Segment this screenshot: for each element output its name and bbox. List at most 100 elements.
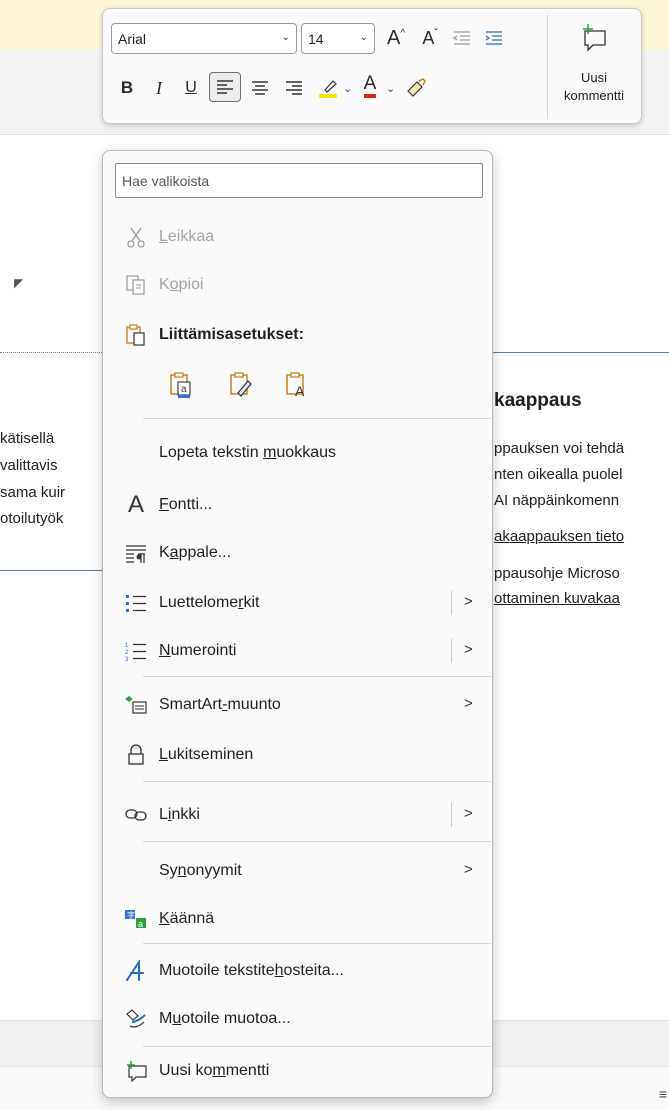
menu-item-translate[interactable]: 字a Käännä <box>103 899 492 939</box>
scissors-icon <box>123 224 149 250</box>
menu-item-smartart-label: SmartArt-muunto <box>159 696 281 713</box>
paste-text-only-button[interactable]: A <box>281 369 315 401</box>
menu-item-paragraph-label: Kappale... <box>159 544 232 561</box>
menu-item-numbering[interactable]: 123 Numerointi > <box>103 631 492 671</box>
section-divider-left-bottom <box>0 570 102 571</box>
grow-font-button[interactable]: A ^ <box>381 23 411 53</box>
paste-keep-source-formatting-button[interactable]: a <box>165 369 199 401</box>
menu-item-translate-label: Käännä <box>159 910 215 927</box>
chevron-right-icon[interactable]: > <box>464 593 473 610</box>
new-comment-button[interactable]: Uusi kommentti <box>551 17 637 117</box>
increase-indent-button[interactable] <box>479 23 509 53</box>
doc-link-1[interactable]: akaappauksen tieto <box>494 528 624 545</box>
menu-item-numbering-label: Numerointi <box>159 642 237 659</box>
numbering-icon: 123 <box>123 638 149 664</box>
font-color-dropdown-icon[interactable]: ⌄ <box>386 82 395 95</box>
copy-icon <box>123 272 149 298</box>
paste-options-label: Liittämisasetukset: <box>159 326 304 343</box>
menu-item-text-effects[interactable]: Muotoile tekstitehosteita... <box>103 951 492 991</box>
underline-button[interactable]: U <box>177 73 205 103</box>
new-comment-icon <box>583 24 606 52</box>
font-color-button[interactable]: A <box>357 71 383 101</box>
menu-item-font[interactable]: A Fontti... <box>103 485 492 525</box>
doc-left-line-4: otoilutyök <box>0 510 64 527</box>
section-divider-left <box>0 352 102 353</box>
grow-font-glyph: A <box>386 26 401 49</box>
text-effects-icon <box>123 958 149 984</box>
align-left-icon <box>217 80 233 94</box>
menu-item-format-shape[interactable]: Muotoile muotoa... <box>103 999 492 1039</box>
chevron-right-icon[interactable]: > <box>464 641 473 658</box>
doc-link-2[interactable]: ottaminen kuvakaa <box>494 590 620 607</box>
align-right-icon <box>286 81 302 95</box>
menu-item-paragraph[interactable]: Kappale... <box>103 533 492 573</box>
font-name-value: Arial <box>118 31 147 47</box>
menu-item-cut-label: Leikkaa <box>159 228 215 245</box>
decrease-indent-button[interactable] <box>447 23 477 53</box>
svg-text:1: 1 <box>125 643 129 649</box>
translate-icon: 字a <box>123 906 149 932</box>
menu-item-cut[interactable]: Leikkaa <box>103 217 492 257</box>
menu-item-paste-options: Liittämisasetukset: <box>103 315 492 355</box>
svg-text:3: 3 <box>125 657 129 661</box>
chevron-down-icon: ⌄ <box>281 32 290 43</box>
menu-item-new-comment[interactable]: Uusi kommentti <box>103 1051 492 1091</box>
menu-item-new-comment-label: Uusi kommentti <box>159 1062 270 1079</box>
menu-divider <box>143 418 491 419</box>
paste-merge-formatting-button[interactable] <box>225 369 259 401</box>
doc-right-line-2: nten oikealla puolel <box>494 466 623 483</box>
svg-text:A: A <box>295 383 305 399</box>
menu-divider <box>143 676 491 677</box>
highlight-color-button[interactable] <box>315 73 341 103</box>
doc-left-line-2: valittavis <box>0 457 58 474</box>
menu-divider <box>143 1046 491 1047</box>
link-icon <box>123 802 149 828</box>
highlight-dropdown-icon[interactable]: ⌄ <box>343 82 352 95</box>
chevron-down-icon: ⌄ <box>359 32 368 43</box>
menu-item-copy[interactable]: Kopioi <box>103 265 492 305</box>
format-painter-button[interactable] <box>403 73 429 103</box>
svg-text:a: a <box>138 919 143 929</box>
doc-right-line-3: AI näppäinkomenn <box>494 492 620 509</box>
doc-right-line-1: ppauksen voi tehdä <box>494 440 625 457</box>
menu-search-input[interactable]: Hae valikoista <box>115 163 483 198</box>
menu-item-link[interactable]: Linkki > <box>103 795 492 835</box>
shrink-font-button[interactable]: Aˇ <box>415 23 445 53</box>
context-menu: Hae valikoista Leikkaa Kopioi Liittämisa… <box>102 150 493 1098</box>
split-separator <box>451 591 452 615</box>
align-right-button[interactable] <box>279 73 309 103</box>
menu-item-stop-editing-label: Lopeta tekstin muokkaus <box>159 444 336 461</box>
collapse-caret-icon[interactable]: ◤ <box>14 276 23 290</box>
font-name-select[interactable]: Arial ⌄ <box>111 23 297 54</box>
new-comment-label-line1: Uusi <box>580 70 607 85</box>
menu-item-bullets[interactable]: Luettelomerkit > <box>103 583 492 623</box>
menu-item-copy-label: Kopioi <box>159 276 204 293</box>
svg-text:2: 2 <box>125 650 129 656</box>
menu-divider <box>143 781 491 782</box>
bold-button[interactable]: B <box>113 73 141 103</box>
italic-button[interactable]: I <box>145 73 173 103</box>
section-heading: kaappaus <box>494 390 582 411</box>
chevron-right-icon[interactable]: > <box>464 805 473 822</box>
paste-merge-formatting-icon <box>230 372 252 397</box>
menu-item-lock[interactable]: Lukitseminen <box>103 735 492 775</box>
decrease-indent-icon <box>452 31 470 45</box>
shrink-font-glyph: A <box>422 27 435 48</box>
menu-item-synonyms[interactable]: Synonyymit > <box>103 851 492 891</box>
align-center-button[interactable] <box>245 73 275 103</box>
format-shape-icon <box>123 1006 149 1032</box>
split-separator <box>451 639 452 663</box>
highlighter-icon <box>319 80 337 98</box>
status-menu-icon[interactable]: ≡ <box>659 1086 667 1102</box>
menu-item-stop-editing[interactable]: Lopeta tekstin muokkaus <box>103 433 492 473</box>
menu-item-format-shape-label: Muotoile muotoa... <box>159 1010 291 1027</box>
caret-down-icon: ˇ <box>434 27 438 39</box>
new-comment-icon <box>123 1058 149 1084</box>
font-size-select[interactable]: 14 ⌄ <box>301 23 375 54</box>
menu-divider <box>143 943 491 944</box>
menu-item-font-label: Fontti... <box>159 496 213 513</box>
toolbar-separator <box>547 15 548 119</box>
font-color-glyph: A <box>363 74 377 98</box>
align-left-button[interactable] <box>209 72 241 102</box>
menu-item-smartart[interactable]: SmartArt-muunto > <box>103 685 492 725</box>
